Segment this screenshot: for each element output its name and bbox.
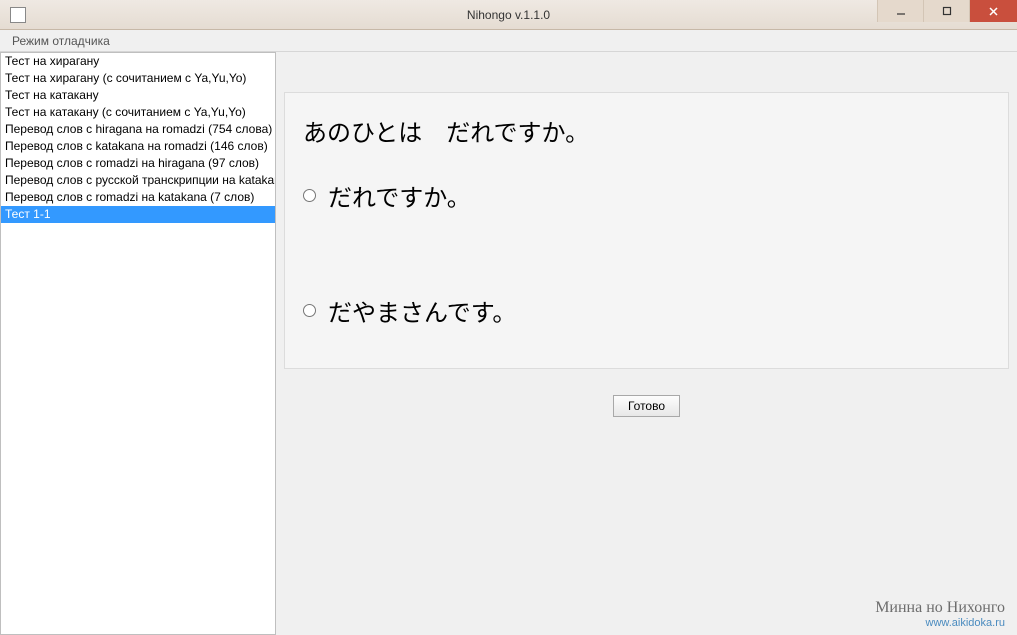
window-controls <box>877 0 1017 22</box>
list-item[interactable]: Тест на хирагану <box>1 53 275 70</box>
content-area: Тест на хирагану Тест на хирагану (с соч… <box>0 52 1017 635</box>
minimize-button[interactable] <box>877 0 923 22</box>
list-item[interactable]: Тест на катакану <box>1 87 275 104</box>
footer-link[interactable]: www.aikidoka.ru <box>875 617 1005 629</box>
titlebar: Nihongo v.1.1.0 <box>0 0 1017 30</box>
close-button[interactable] <box>969 0 1017 22</box>
list-item-selected[interactable]: Тест 1-1 <box>1 206 275 223</box>
list-item[interactable]: Перевод слов с katakana на romadzi (146 … <box>1 138 275 155</box>
option-radio-2[interactable] <box>303 304 316 317</box>
footer: Минна но Нихонго www.aikidoka.ru <box>875 599 1005 629</box>
option-label: だれですか。 <box>328 178 471 213</box>
question-panel: あのひとは だれですか。 だれですか。 だやまさんです。 <box>284 92 1009 369</box>
submit-wrap: Готово <box>276 395 1017 417</box>
list-item[interactable]: Перевод слов с русской транскрипции на k… <box>1 172 275 189</box>
submit-button[interactable]: Готово <box>613 395 680 417</box>
app-icon-slot <box>6 3 30 27</box>
maximize-button[interactable] <box>923 0 969 22</box>
footer-brand: Минна но Нихонго <box>875 599 1005 617</box>
list-item[interactable]: Перевод слов с romadzi на katakana (7 сл… <box>1 189 275 206</box>
list-item[interactable]: Перевод слов с hiragana на romadzi (754 … <box>1 121 275 138</box>
option-radio-1[interactable] <box>303 189 316 202</box>
sidebar-list[interactable]: Тест на хирагану Тест на хирагану (с соч… <box>0 52 276 635</box>
option-row[interactable]: だやまさんです。 <box>297 293 996 328</box>
main-panel: あのひとは だれですか。 だれですか。 だやまさんです。 Готово Минн… <box>276 52 1017 635</box>
menubar: Режим отладчика <box>0 30 1017 52</box>
maximize-icon <box>942 6 952 16</box>
list-item[interactable]: Тест на катакану (с сочитанием с Ya,Yu,Y… <box>1 104 275 121</box>
minimize-icon <box>896 6 906 16</box>
close-icon <box>988 6 999 17</box>
option-label: だやまさんです。 <box>328 293 516 328</box>
list-item[interactable]: Перевод слов с romadzi на hiragana (97 с… <box>1 155 275 172</box>
list-item[interactable]: Тест на хирагану (с сочитанием с Ya,Yu,Y… <box>1 70 275 87</box>
app-icon <box>10 7 26 23</box>
window-title: Nihongo v.1.1.0 <box>467 8 550 22</box>
menu-debugger[interactable]: Режим отладчика <box>4 32 118 50</box>
option-row[interactable]: だれですか。 <box>297 178 996 213</box>
question-text: あのひとは だれですか。 <box>297 113 996 148</box>
